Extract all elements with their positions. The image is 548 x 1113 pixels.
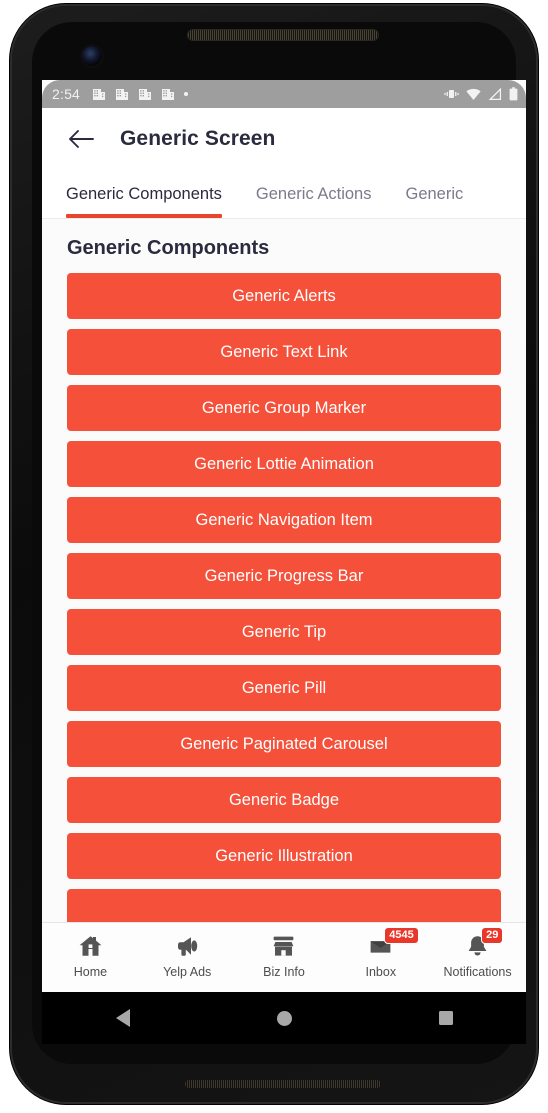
inbox-icon: 4545 (368, 927, 419, 961)
generic-paginated-carousel-button[interactable]: Generic Paginated Carousel (67, 721, 501, 767)
status-bar: 2:54 (42, 80, 526, 108)
generic-alerts-button[interactable]: Generic Alerts (67, 273, 501, 319)
generic-pill-button[interactable]: Generic Pill (67, 665, 501, 711)
nav-item-inbox[interactable]: 4545 Inbox (332, 927, 429, 979)
generic-navigation-item-button[interactable]: Generic Navigation Item (67, 497, 501, 543)
nav-item-biz-info[interactable]: Biz Info (236, 931, 333, 979)
home-icon (78, 931, 103, 961)
android-navigation-bar (42, 992, 526, 1044)
android-back-icon[interactable] (115, 1009, 130, 1027)
generic-badge-button[interactable]: Generic Badge (67, 777, 501, 823)
status-system-icons (444, 87, 518, 101)
business-icon (162, 89, 175, 100)
tab-generic-components[interactable]: Generic Components (66, 170, 239, 218)
inbox-badge: 4545 (384, 927, 419, 944)
notifications-badge: 29 (481, 927, 504, 944)
app-bar: Generic Screen (42, 108, 526, 170)
generic-group-marker-button[interactable]: Generic Group Marker (67, 385, 501, 431)
nav-item-notifications[interactable]: 29 Notifications (429, 927, 526, 979)
back-button[interactable] (66, 124, 96, 154)
wifi-icon (466, 88, 481, 100)
tab-bar[interactable]: Generic Components Generic Actions Gener… (42, 170, 526, 218)
business-icon (116, 89, 129, 100)
vibrate-icon (444, 90, 459, 98)
business-icon (93, 89, 106, 100)
status-notification-icons (92, 87, 189, 101)
earpiece-speaker (188, 30, 378, 40)
cellular-signal-icon (488, 87, 502, 100)
nav-label-notifications: Notifications (443, 965, 512, 979)
battery-icon (509, 87, 518, 101)
status-time: 2:54 (52, 86, 81, 102)
generic-tip-button[interactable]: Generic Tip (67, 609, 501, 655)
tab-generic-actions[interactable]: Generic Actions (239, 170, 389, 218)
dot-icon (184, 92, 189, 96)
component-list-scroll[interactable]: Generic Components Generic Alerts Generi… (42, 219, 526, 922)
nav-item-yelp-ads[interactable]: Yelp Ads (139, 931, 236, 979)
nav-label-biz-info: Biz Info (263, 965, 305, 979)
nav-label-inbox: Inbox (365, 965, 397, 979)
tab-generic-third[interactable]: Generic (388, 170, 480, 218)
phone-screen: 2:54 Generic Screen Generic Components G… (42, 80, 526, 992)
bottom-navigation-bar: Home Yelp Ads Biz Info 4545 Inbox 29 Not… (42, 922, 526, 992)
section-title: Generic Components (67, 237, 270, 259)
bell-icon: 29 (465, 927, 504, 961)
generic-lottie-animation-button[interactable]: Generic Lottie Animation (67, 441, 501, 487)
bottom-speaker-grille (185, 1080, 381, 1088)
storefront-icon (271, 931, 296, 961)
android-recents-icon[interactable] (438, 1011, 453, 1025)
front-camera (82, 46, 102, 66)
generic-progress-bar-button[interactable]: Generic Progress Bar (67, 553, 501, 599)
generic-partial-button[interactable] (67, 889, 501, 922)
android-home-icon[interactable] (276, 1010, 292, 1026)
back-arrow-icon (69, 130, 94, 148)
generic-text-link-button[interactable]: Generic Text Link (67, 329, 501, 375)
nav-item-home[interactable]: Home (42, 931, 139, 979)
megaphone-icon (175, 931, 200, 961)
business-icon (139, 89, 152, 100)
phone-frame: 2:54 Generic Screen Generic Components G… (10, 4, 538, 1104)
nav-label-yelp-ads: Yelp Ads (163, 965, 212, 979)
nav-label-home: Home (73, 965, 108, 979)
page-title: Generic Screen (120, 127, 276, 150)
generic-illustration-button[interactable]: Generic Illustration (67, 833, 501, 879)
